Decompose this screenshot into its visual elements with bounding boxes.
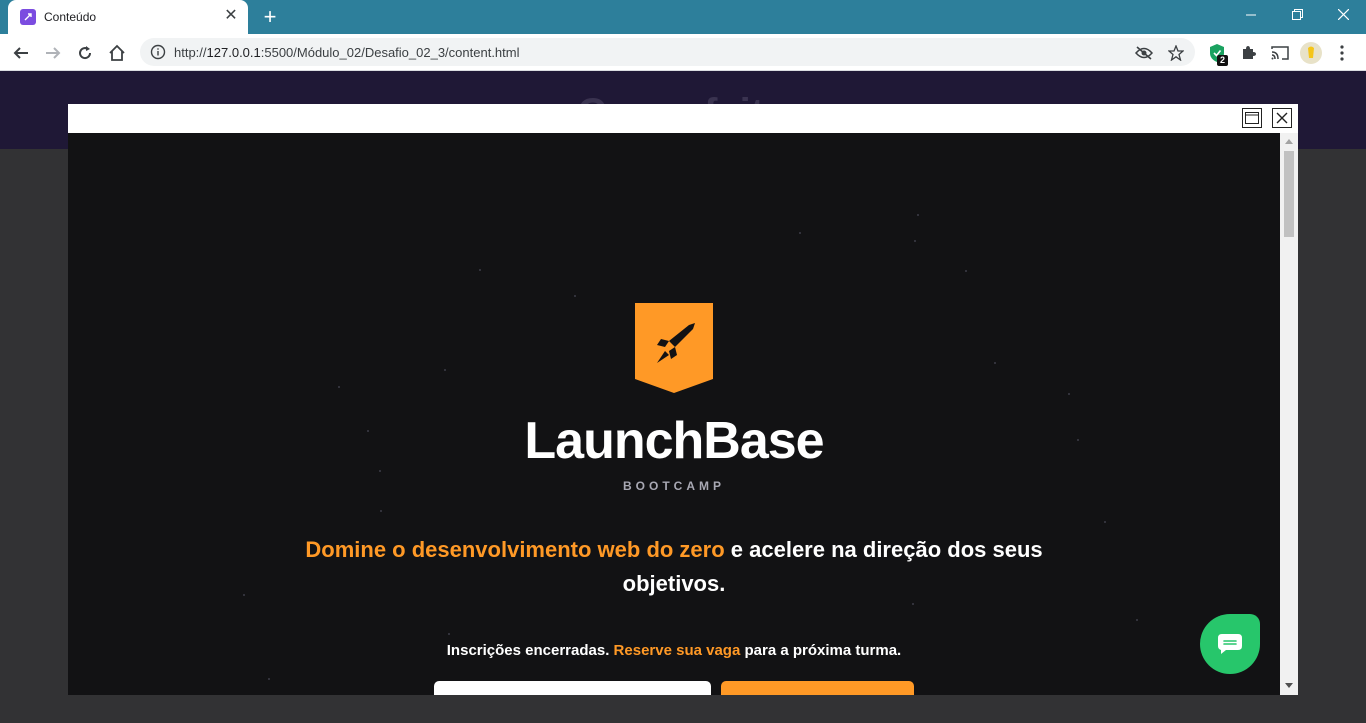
home-icon[interactable] [104, 40, 130, 66]
reserve-spot-link[interactable]: Reserve sua vaga [614, 642, 741, 659]
scroll-down-icon[interactable] [1285, 683, 1293, 688]
url-host: 127.0.0.1 [206, 45, 261, 60]
headline: Domine o desenvolvimento web do zero e a… [298, 533, 1050, 601]
restore-button[interactable] [1274, 0, 1320, 30]
url-path: :5500/Módulo_02/Desafio_02_3/content.htm… [260, 45, 520, 60]
back-icon[interactable] [8, 40, 34, 66]
launchbase-page: LaunchBase BOOTCAMP Domine o desenvolvim… [68, 133, 1280, 695]
menu-kebab-icon[interactable] [1331, 42, 1353, 64]
browser-tab[interactable]: Conteúdo ✕ [8, 0, 248, 34]
headline-highlight: Domine o desenvolvimento web do zero [305, 537, 725, 562]
brand-title: LaunchBase [524, 412, 824, 470]
reload-icon[interactable] [72, 40, 98, 66]
puzzle-extensions-icon[interactable] [1237, 42, 1259, 64]
tab-title: Conteúdo [44, 10, 97, 24]
rocket-favicon-icon [20, 9, 36, 25]
enrollment-closed-text: Inscrições encerradas. [446, 642, 610, 659]
close-window-button[interactable] [1320, 0, 1366, 30]
shield-extension-icon[interactable]: 2 [1206, 42, 1228, 66]
extension-badge: 2 [1217, 55, 1228, 66]
chat-widget-button[interactable] [1200, 614, 1260, 674]
eye-off-icon[interactable] [1134, 43, 1154, 63]
modal-scrollbar[interactable] [1280, 133, 1298, 695]
cast-icon[interactable] [1269, 42, 1291, 64]
tab-strip: Conteúdo ✕ + [0, 0, 1366, 34]
minimize-button[interactable] [1228, 0, 1274, 30]
url-scheme: http:// [174, 45, 207, 60]
scroll-up-icon[interactable] [1285, 139, 1293, 144]
enrollment-rest-text: para a próxima turma. [744, 642, 902, 659]
browser-toolbar: http://127.0.0.1:5500/Módulo_02/Desafio_… [0, 34, 1366, 71]
tab-close-icon[interactable]: ✕ [222, 7, 240, 25]
site-info-icon[interactable] [150, 44, 166, 65]
new-tab-button[interactable]: + [258, 5, 282, 29]
chat-bubble-icon [1218, 634, 1242, 654]
profile-avatar-icon[interactable] [1300, 42, 1322, 64]
maximize-modal-button[interactable] [1242, 108, 1262, 128]
enrollment-status: Inscrições encerradas. Reserve sua vaga … [68, 642, 1280, 659]
address-bar[interactable]: http://127.0.0.1:5500/Módulo_02/Desafio_… [140, 38, 1195, 66]
close-modal-button[interactable] [1272, 108, 1292, 128]
scroll-thumb[interactable] [1284, 151, 1294, 237]
content-modal: LaunchBase BOOTCAMP Domine o desenvolvim… [68, 104, 1298, 695]
bookmark-star-icon[interactable] [1166, 43, 1186, 63]
launchbase-rocket-logo-icon [635, 303, 713, 393]
forward-icon[interactable] [40, 40, 66, 66]
url-text: http://127.0.0.1:5500/Módulo_02/Desafio_… [174, 45, 520, 60]
reserve-button[interactable] [721, 681, 914, 695]
email-field[interactable] [434, 681, 711, 695]
modal-titlebar [68, 104, 1298, 133]
brand-subtitle: BOOTCAMP [623, 479, 725, 493]
